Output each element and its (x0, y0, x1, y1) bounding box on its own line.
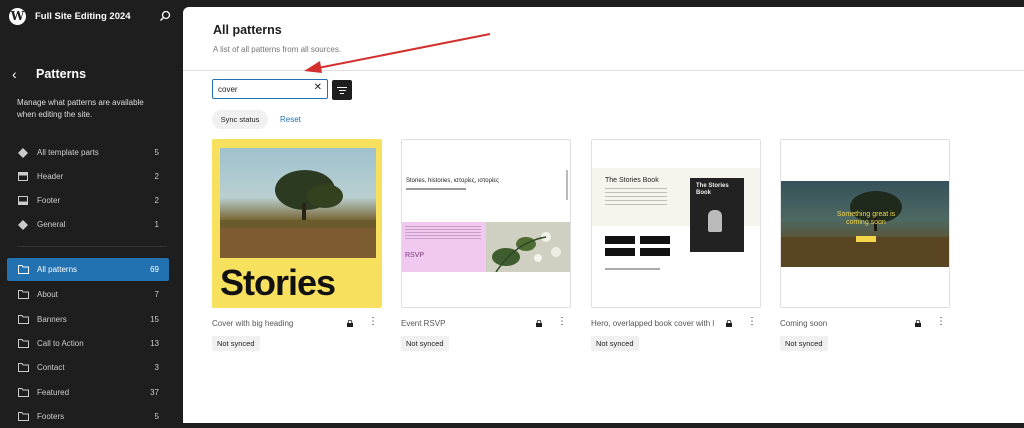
pattern-card[interactable]: Stories Cover with big heading ⋮ Not syn… (212, 139, 382, 351)
more-options-icon[interactable]: ⋮ (368, 317, 378, 327)
pattern-preview[interactable]: Stories, histories, ιστορίες, ιστορίες R… (401, 139, 571, 308)
folder-icon (17, 265, 29, 275)
sidebar-item-label: All template parts (37, 148, 99, 157)
pattern-card[interactable]: The Stories Book The Stories Book Hero, … (591, 139, 761, 351)
sidebar-item-label: Banners (37, 315, 67, 324)
clear-search-icon[interactable]: ✕ (314, 82, 322, 93)
pattern-title: Cover with big heading (212, 319, 294, 328)
sidebar-item-label: All patterns (37, 265, 78, 274)
status-badge: Not synced (212, 336, 260, 351)
flower-image (486, 222, 570, 273)
sidebar-item-label: Featured (37, 388, 70, 397)
lock-icon (347, 320, 353, 327)
page-subtitle: A list of all patterns from all sources. (213, 45, 342, 54)
book-cover: The Stories Book (690, 178, 744, 252)
sidebar-item-label: Contact (37, 363, 65, 372)
sidebar-item-footers[interactable]: Footers 5 (7, 405, 169, 428)
sidebar-item-label: Footer (37, 196, 61, 205)
landscape-image: Something great is coming soon (781, 181, 949, 267)
pattern-preview[interactable]: Something great is coming soon (780, 139, 950, 308)
search-input-value: cover (218, 84, 238, 94)
sidebar-item-count: 5 (154, 412, 159, 421)
filter-icon (337, 86, 347, 88)
folder-icon (17, 315, 29, 325)
sidebar: W Full Site Editing 2024 ‹ Patterns Mana… (0, 0, 183, 423)
sidebar-item-count: 13 (150, 339, 159, 348)
coming-soon-heading: Something great is coming soon (836, 211, 896, 226)
rsvp-text: RSVP (405, 252, 425, 259)
sidebar-item-count: 37 (150, 388, 159, 397)
footer-icon (17, 196, 29, 206)
sidebar-item-about[interactable]: About 7 (7, 283, 169, 306)
filter-button[interactable] (332, 80, 352, 100)
pattern-title: Hero, overlapped book cover with l (591, 319, 715, 328)
lock-icon (726, 320, 732, 327)
rsvp-block: RSVP (402, 222, 486, 272)
sidebar-item-count: 3 (154, 363, 159, 372)
header-icon (17, 172, 29, 182)
folder-icon (17, 412, 29, 422)
sidebar-item-all-patterns[interactable]: All patterns 69 (7, 258, 169, 281)
sidebar-item-footer[interactable]: Footer 2 (7, 189, 169, 212)
preview-heading: Stories, histories, ιστορίες, ιστορίες (406, 178, 499, 184)
more-options-icon[interactable]: ⋮ (747, 317, 757, 327)
book-title: The Stories Book (696, 183, 729, 196)
sidebar-item-all-template-parts[interactable]: All template parts 5 (7, 141, 169, 164)
sidebar-item-label: General (37, 220, 66, 229)
wordpress-logo-icon[interactable]: W (9, 8, 26, 25)
status-badge: Not synced (780, 336, 828, 351)
folder-icon (17, 339, 29, 349)
sync-status-filter[interactable]: Sync status (212, 110, 268, 129)
sidebar-item-count: 2 (154, 196, 159, 205)
sidebar-item-count: 69 (150, 265, 159, 274)
sidebar-description: Manage what patterns are available when … (17, 98, 144, 119)
pattern-preview[interactable]: Stories (212, 139, 382, 308)
site-title[interactable]: Full Site Editing 2024 (35, 11, 131, 22)
folder-icon (17, 363, 29, 373)
status-badge: Not synced (591, 336, 639, 351)
main-content: All patterns A list of all patterns from… (183, 7, 1024, 423)
sidebar-item-label: Footers (37, 412, 65, 421)
sidebar-item-count: 2 (154, 172, 159, 181)
search-icon[interactable] (159, 10, 171, 22)
sidebar-item-count: 15 (150, 315, 159, 324)
preview-heading: The Stories Book (605, 177, 659, 184)
landscape-image (220, 148, 376, 258)
sidebar-item-header[interactable]: Header 2 (7, 165, 169, 188)
status-badge: Not synced (401, 336, 449, 351)
pattern-card[interactable]: Something great is coming soon Coming so… (780, 139, 950, 351)
folder-icon (17, 388, 29, 398)
sidebar-item-count: 5 (154, 148, 159, 157)
header-divider (183, 70, 1024, 71)
lock-icon (536, 320, 542, 327)
sidebar-item-featured[interactable]: Featured 37 (7, 381, 169, 404)
cover-heading-text: Stories (220, 262, 336, 303)
folder-icon (17, 290, 29, 300)
sidebar-item-label: About (37, 290, 58, 299)
pattern-preview[interactable]: The Stories Book The Stories Book (591, 139, 761, 308)
sidebar-header: W Full Site Editing 2024 (0, 0, 183, 34)
sidebar-item-label: Call to Action (37, 339, 84, 348)
more-options-icon[interactable]: ⋮ (936, 317, 946, 327)
reset-link[interactable]: Reset (280, 115, 301, 124)
sidebar-item-general[interactable]: General 1 (7, 213, 169, 236)
sidebar-heading: Patterns (36, 67, 87, 81)
back-arrow-icon[interactable]: ‹ (12, 67, 17, 81)
more-options-icon[interactable]: ⋮ (557, 317, 567, 327)
page-title: All patterns (213, 23, 282, 37)
sidebar-item-count: 7 (154, 290, 159, 299)
lock-icon (915, 320, 921, 327)
search-input[interactable]: cover ✕ (212, 79, 328, 99)
pattern-title: Event RSVP (401, 319, 446, 328)
sidebar-divider (17, 246, 167, 247)
sidebar-item-label: Header (37, 172, 64, 181)
diamond-icon (17, 219, 29, 230)
pattern-card[interactable]: Stories, histories, ιστορίες, ιστορίες R… (401, 139, 571, 351)
sidebar-item-count: 1 (154, 220, 159, 229)
pattern-title: Coming soon (780, 319, 828, 328)
diamond-icon (17, 147, 29, 158)
sidebar-item-contact[interactable]: Contact 3 (7, 356, 169, 379)
sidebar-item-call-to-action[interactable]: Call to Action 13 (7, 332, 169, 355)
sidebar-item-banners[interactable]: Banners 15 (7, 308, 169, 331)
